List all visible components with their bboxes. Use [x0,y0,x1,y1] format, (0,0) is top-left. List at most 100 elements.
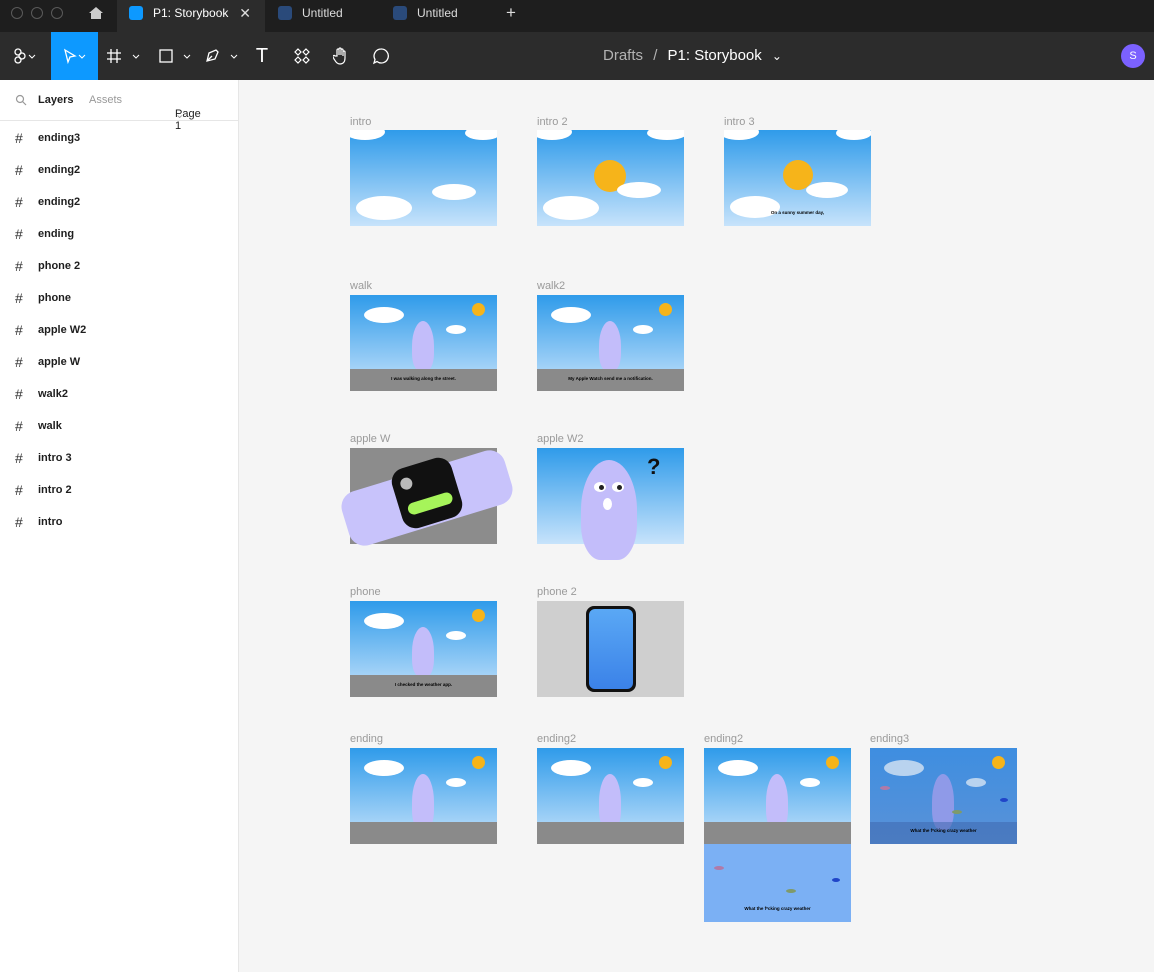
frame-label-ending[interactable]: ending [350,733,383,745]
water [870,822,1017,844]
file-name[interactable]: P1: Storybook [668,47,762,64]
frame-tool-button[interactable] [104,32,144,80]
layer-label: intro 2 [38,484,72,496]
cloud [446,778,466,787]
sun [472,756,485,769]
frame-phone[interactable]: I checked the weather app. [350,601,497,697]
tab-p1-storybook[interactable]: P1: Storybook ✕ [117,0,265,32]
layer-item[interactable]: # intro [0,506,238,538]
layer-item[interactable]: # phone [0,282,238,314]
frame-label-walk2[interactable]: walk2 [537,280,565,292]
frame-intro[interactable] [350,130,497,226]
ground [704,822,851,844]
home-icon[interactable] [88,6,104,20]
search-icon[interactable] [15,94,27,106]
layer-label: walk [38,420,62,432]
fish [832,878,840,882]
frame-label-walk[interactable]: walk [350,280,372,292]
cloud [465,130,497,140]
shape-tool-button[interactable] [155,32,195,80]
cloud [356,196,412,220]
frame-label-phone[interactable]: phone [350,586,381,598]
tab-untitled-1[interactable]: Untitled [266,0,380,32]
frame-intro-2[interactable] [537,130,684,226]
cloud [724,130,759,140]
pen-tool-button[interactable] [202,32,242,80]
window-minimize-button[interactable] [31,7,43,19]
frame-walk[interactable]: I was walking along the street. [350,295,497,391]
cloud [647,130,684,140]
eye [612,482,624,492]
resources-button[interactable] [290,32,314,80]
fish [1000,798,1008,802]
frame-label-ending2[interactable]: ending2 [537,733,576,745]
phone-device [586,606,636,692]
frame-caption: On a sunny summer day, [770,210,825,215]
layers-panel: Layers Assets Page 1 ⌄ # ending3 # ending2… [0,80,239,972]
frame-ending[interactable] [350,748,497,844]
fish [952,810,962,814]
layer-item[interactable]: # walk2 [0,378,238,410]
frame-label-ending2-b[interactable]: ending2 [704,733,743,745]
frame-walk2[interactable]: My Apple Watch send me a notification. [537,295,684,391]
layer-item[interactable]: # apple W2 [0,314,238,346]
frame-label-ending3[interactable]: ending3 [870,733,909,745]
frame-label-intro[interactable]: intro [350,116,371,128]
frame-label-phone-2[interactable]: phone 2 [537,586,577,598]
canvas[interactable]: intro intro 2 intro 3 On a sunny summer … [239,80,1154,972]
frame-ending2-b[interactable]: What the f*cking crazy weather [704,748,851,922]
hand-tool-button[interactable] [329,32,353,80]
cloud [633,325,653,334]
cloud [446,325,466,334]
frame-ending3[interactable]: What the f*cking crazy weather [870,748,1017,844]
layer-item[interactable]: # ending3 [0,122,238,154]
layer-item[interactable]: # ending2 [0,186,238,218]
layer-item[interactable]: # ending [0,218,238,250]
tab-assets[interactable]: Assets [89,94,122,106]
file-icon [393,6,407,20]
frame-label-apple-w[interactable]: apple W [350,433,390,445]
tab-layers[interactable]: Layers [38,94,73,106]
layer-label: ending [38,228,75,240]
layer-item[interactable]: # intro 2 [0,474,238,506]
main-menu-button[interactable] [0,32,48,80]
layer-item[interactable]: # phone 2 [0,250,238,282]
cloud [551,760,591,776]
text-icon: T [255,44,269,67]
chevron-down-icon[interactable]: ⌄ [772,49,782,63]
cloud [537,130,572,140]
close-icon[interactable]: ✕ [239,0,251,27]
frame-apple-w2[interactable]: ? [537,448,684,560]
frame-label-intro-2[interactable]: intro 2 [537,116,568,128]
frame-icon: # [15,386,23,402]
layer-item[interactable]: # ending2 [0,154,238,186]
layer-item[interactable]: # apple W [0,346,238,378]
layer-item[interactable]: # intro 3 [0,442,238,474]
text-tool-button[interactable]: T [250,32,274,80]
frame-label-apple-w2[interactable]: apple W2 [537,433,583,445]
ghost-character [412,627,434,677]
move-tool-button[interactable] [51,32,98,80]
breadcrumb-separator: / [653,47,658,64]
layer-item[interactable]: # walk [0,410,238,442]
comment-icon [372,48,389,65]
breadcrumb-drafts[interactable]: Drafts [603,47,643,64]
tab-label: P1: Storybook [153,6,229,20]
frame-apple-w[interactable] [337,446,517,550]
frame-icon: # [15,354,23,370]
ground [537,822,684,844]
frame-icon: # [15,258,23,274]
comment-tool-button[interactable] [369,32,393,80]
frame-icon: # [15,162,23,178]
frame-ending2[interactable] [537,748,684,844]
frame-intro-3[interactable]: On a sunny summer day, [724,130,871,226]
frame-phone-2[interactable] [537,601,684,697]
new-tab-button[interactable]: + [506,3,516,23]
tab-label: Untitled [417,6,458,20]
frame-label-intro-3[interactable]: intro 3 [724,116,755,128]
avatar[interactable]: S [1121,44,1145,68]
window-maximize-button[interactable] [51,7,63,19]
tab-untitled-2[interactable]: Untitled [381,0,495,32]
cloud [350,130,385,140]
window-close-button[interactable] [11,7,23,19]
